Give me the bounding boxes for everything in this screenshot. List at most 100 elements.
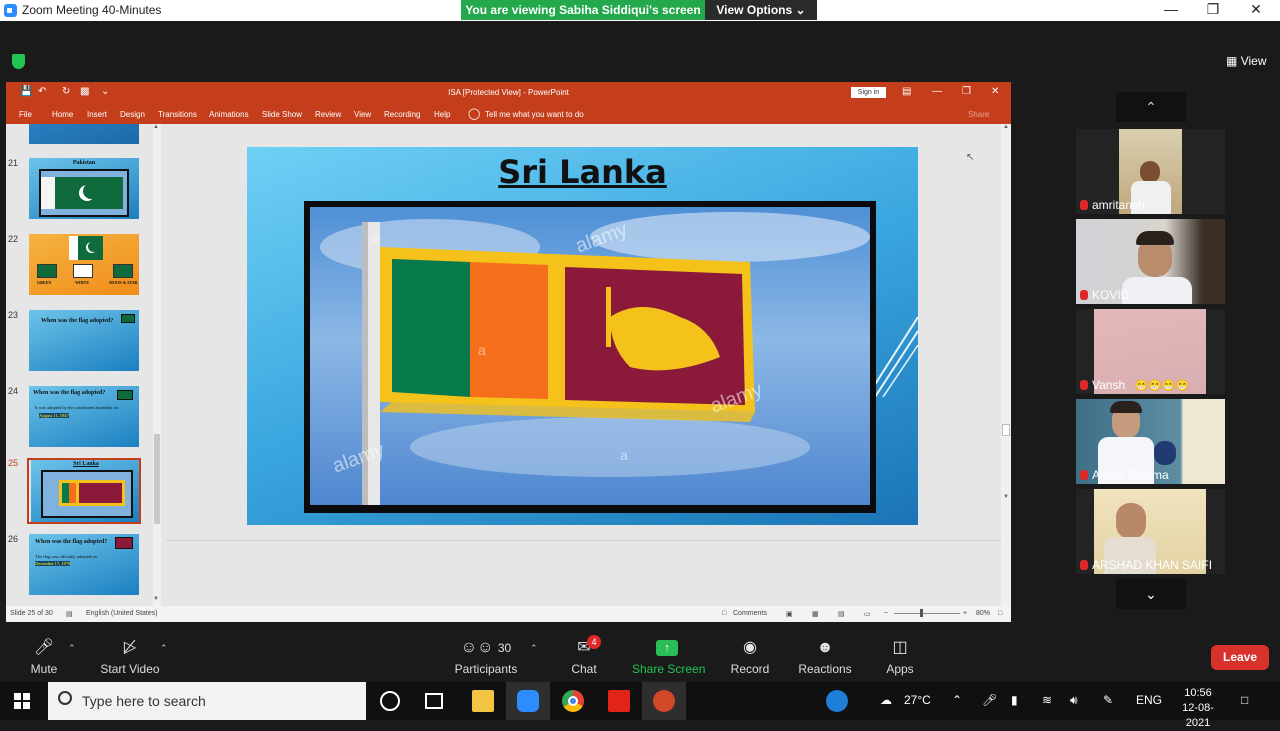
minimize-button[interactable]: — <box>1156 1 1186 17</box>
comments-button[interactable]: Comments <box>733 610 767 617</box>
current-slide[interactable]: Sri Lanka a alamy a alamy alamy a <box>247 147 918 525</box>
video-options-caret-icon[interactable]: ⌃ <box>160 643 168 654</box>
record-button[interactable]: ◉ Record <box>730 629 770 682</box>
powerpoint-taskbar-button[interactable] <box>642 682 686 720</box>
zoom-slider-handle[interactable] <box>920 609 923 617</box>
slide-thumbnail-22[interactable]: GREEN WHITE MOON & STAR <box>29 234 139 295</box>
zoom-slider[interactable] <box>894 613 960 614</box>
zoom-out-button[interactable]: − <box>884 610 888 617</box>
help-icon[interactable] <box>826 690 848 712</box>
participant-name: ARSHAD KHAN SAIFI <box>1080 558 1212 572</box>
slide-thumbnail-24[interactable]: When was the flag adopted? It was adopte… <box>29 386 139 447</box>
acrobat-icon[interactable] <box>608 690 630 712</box>
participant-tile[interactable]: KOVID <box>1076 219 1225 304</box>
sign-in-button[interactable]: Sign in <box>851 87 886 98</box>
scrollbar-thumb[interactable] <box>154 434 160 524</box>
participant-tile[interactable]: Vansh 😁😁😁😁 <box>1076 309 1225 394</box>
slide-number: 22 <box>8 234 19 244</box>
reading-view-icon[interactable]: ▤ <box>838 610 845 618</box>
zoom-taskbar-button[interactable] <box>506 682 550 720</box>
tab-file[interactable]: File <box>19 110 32 119</box>
close-button[interactable]: ✕ <box>1241 1 1271 18</box>
ppt-restore-button[interactable]: ❐ <box>962 86 971 97</box>
slide-thumbnail-21[interactable]: Pakistan <box>29 158 139 219</box>
ribbon-display-icon[interactable]: ▤ <box>902 86 911 97</box>
volume-icon[interactable]: 🔊︎ <box>1070 693 1078 708</box>
temperature[interactable]: 27°C <box>904 693 931 707</box>
scrollbar-thumb[interactable] <box>1002 424 1010 436</box>
participants-scroll-up[interactable]: ⌃ <box>1116 92 1186 122</box>
slideshow-icon[interactable]: ▭ <box>864 610 871 618</box>
windows-start-icon[interactable] <box>14 693 30 709</box>
cortana-icon[interactable] <box>380 691 400 711</box>
tab-review[interactable]: Review <box>315 110 341 119</box>
tab-transitions[interactable]: Transitions <box>158 110 197 119</box>
mute-button[interactable]: 🎤︎ Mute <box>22 629 66 682</box>
reactions-button[interactable]: ☻ Reactions <box>798 629 852 682</box>
view-options-button[interactable]: View Options ⌄ <box>705 0 817 20</box>
participant-tile[interactable]: Aman Sharma <box>1076 399 1225 484</box>
microphone-tray-icon[interactable]: 🎤︎ <box>982 693 997 707</box>
show-hidden-icons-icon[interactable]: ⌃ <box>952 693 962 707</box>
restore-button[interactable]: ❐ <box>1198 1 1228 18</box>
microphone-icon: 🎤︎ <box>33 639 55 656</box>
system-clock[interactable]: 10:56 12-08-2021 <box>1170 686 1226 731</box>
muted-mic-icon <box>1080 560 1088 570</box>
task-view-icon[interactable] <box>425 693 443 709</box>
slide-thumbnail-26[interactable]: When was the flag adopted? The flag was … <box>29 534 139 595</box>
file-explorer-icon[interactable] <box>472 690 494 712</box>
ppt-close-button[interactable]: ✕ <box>991 86 999 97</box>
tab-insert[interactable]: Insert <box>87 110 107 119</box>
view-button[interactable]: ▦ View <box>1226 54 1266 68</box>
tab-home[interactable]: Home <box>52 110 73 119</box>
wifi-icon[interactable]: ≋ <box>1042 693 1052 707</box>
language-status[interactable]: English (United States) <box>86 610 158 617</box>
pen-icon[interactable]: ✎ <box>1103 693 1113 707</box>
tab-view[interactable]: View <box>354 110 371 119</box>
scroll-up-arrow-icon[interactable]: ▲ <box>1003 124 1009 130</box>
fit-to-window-icon[interactable]: □ <box>998 610 1002 617</box>
chrome-icon[interactable] <box>562 690 584 712</box>
tab-recording[interactable]: Recording <box>384 110 420 119</box>
leave-meeting-button[interactable]: Leave <box>1211 645 1269 670</box>
zoom-level[interactable]: 80% <box>976 610 990 617</box>
scroll-up-arrow-icon[interactable]: ▲ <box>153 124 159 130</box>
slide-scrollbar[interactable]: ▲ ▼ <box>1001 124 1011 606</box>
scroll-down-arrow-icon[interactable]: ▼ <box>153 596 159 602</box>
viewing-screen-banner: You are viewing Sabiha Siddiqui's screen <box>461 0 705 20</box>
notifications-icon[interactable]: □ <box>1241 693 1248 707</box>
share-screen-button[interactable]: ↑ Share Screen <box>632 629 705 682</box>
ppt-minimize-button[interactable]: — <box>932 86 942 97</box>
audio-options-caret-icon[interactable]: ⌃ <box>68 643 76 654</box>
tab-design[interactable]: Design <box>120 110 145 119</box>
slide-thumbnail-23[interactable]: When was the flag adopted? <box>29 310 139 371</box>
participant-tile[interactable]: amritansh <box>1076 129 1225 214</box>
start-video-button[interactable]: ▷̸ Start Video <box>98 629 162 682</box>
tab-help[interactable]: Help <box>434 110 450 119</box>
slide-sorter-icon[interactable]: ▦ <box>812 610 819 618</box>
zoom-in-button[interactable]: + <box>963 610 967 617</box>
taskbar-search-box[interactable]: Type here to search <box>48 682 366 720</box>
participants-count: 30 <box>497 641 512 655</box>
battery-icon[interactable]: ▮ <box>1011 693 1018 707</box>
participants-button[interactable]: ☺☺ 30 Participants <box>452 629 520 682</box>
tab-slide-show[interactable]: Slide Show <box>262 110 302 119</box>
tell-me-search[interactable]: Tell me what you want to do <box>485 110 584 119</box>
slide-thumbnail-20[interactable] <box>29 124 139 144</box>
weather-icon[interactable]: ☁ <box>880 693 892 707</box>
participant-tile[interactable]: ARSHAD KHAN SAIFI <box>1076 489 1225 574</box>
comments-icon[interactable]: □ <box>722 610 726 617</box>
spell-check-icon[interactable]: ▤ <box>66 610 73 618</box>
notes-pane[interactable] <box>166 540 1001 606</box>
apps-button[interactable]: ◫ Apps <box>882 629 918 682</box>
thumbnail-title: When was the flag adopted? <box>33 390 106 396</box>
tab-animations[interactable]: Animations <box>209 110 249 119</box>
participants-scroll-down[interactable]: ⌄ <box>1116 579 1186 609</box>
scroll-down-arrow-icon[interactable]: ▼ <box>1003 494 1009 500</box>
thumbnail-scrollbar[interactable]: ▲ ▼ <box>153 124 161 606</box>
security-shield-icon[interactable] <box>12 54 25 69</box>
normal-view-icon[interactable]: ▣ <box>786 610 793 618</box>
input-language[interactable]: ENG <box>1136 693 1162 707</box>
share-button[interactable]: Share <box>968 110 989 119</box>
participants-options-caret-icon[interactable]: ⌃ <box>530 643 538 654</box>
